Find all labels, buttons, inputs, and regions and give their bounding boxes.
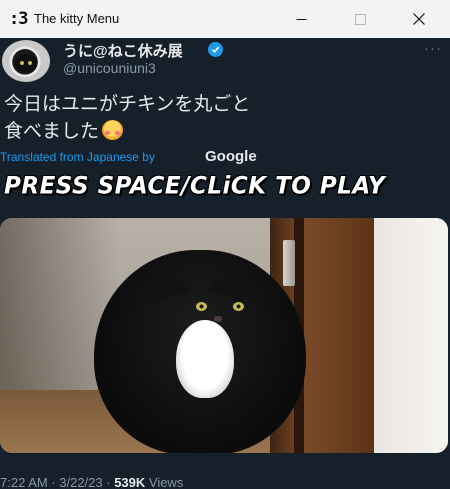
user-handle: @unicouniuni3 — [63, 60, 156, 76]
avatar-eye-left — [20, 61, 24, 65]
cat-eye-right — [233, 302, 244, 311]
door — [304, 218, 374, 453]
maximize-button[interactable] — [337, 0, 383, 38]
cat-eye-left — [196, 302, 207, 311]
views-label: Views — [145, 475, 184, 489]
smiling-face-with-hearts-icon — [102, 120, 124, 140]
avatar — [2, 40, 50, 82]
tweet-meta: 7:22 AM · 3/22/23 · 539K Views — [0, 475, 183, 489]
minimize-button[interactable] — [278, 0, 324, 38]
tweet-text-line-2: 食べました — [4, 118, 384, 145]
tweet-text-line-2-text: 食べました — [4, 120, 100, 142]
game-canvas[interactable]: うに@ねこ休み展 @unicouniuni3 ··· 今日はユニがチキンを丸ごと… — [0, 38, 450, 489]
minimize-icon — [296, 18, 306, 20]
cat-nose — [214, 316, 222, 322]
tweet-text: 今日はユニがチキンを丸ごと 食べました — [4, 91, 384, 145]
maximize-icon — [354, 13, 366, 25]
title-bar[interactable]: :3 The kitty Menu — [0, 0, 450, 38]
door-hinge — [283, 240, 295, 286]
app-window: :3 The kitty Menu うに@ねこ休み展 @unicouniuni3… — [0, 0, 450, 489]
close-icon — [413, 13, 425, 25]
window-title: The kitty Menu — [34, 11, 120, 26]
tweet-text-line-1: 今日はユニがチキンを丸ごと — [4, 93, 251, 115]
avatar-cat-face — [15, 54, 37, 72]
verified-badge-icon — [208, 42, 223, 57]
close-button[interactable] — [396, 0, 442, 38]
view-count: 539K — [114, 475, 146, 489]
tweet-media-image — [0, 218, 448, 453]
avatar-eye-right — [28, 61, 32, 65]
tweet-timestamp: 7:22 AM · 3/22/23 · — [0, 475, 115, 489]
more-options-icon: ··· — [424, 40, 442, 57]
press-space-prompt: PRESS SPACE/CLiCK TO PLAY — [4, 172, 386, 200]
app-icon: :3 — [9, 9, 29, 29]
right-wall — [374, 218, 448, 453]
translated-label: Translated from Japanese by — [0, 150, 155, 164]
cat-white-chest — [176, 320, 234, 398]
display-name: うに@ねこ休み展 — [63, 43, 183, 60]
google-logo: Google — [205, 148, 257, 165]
